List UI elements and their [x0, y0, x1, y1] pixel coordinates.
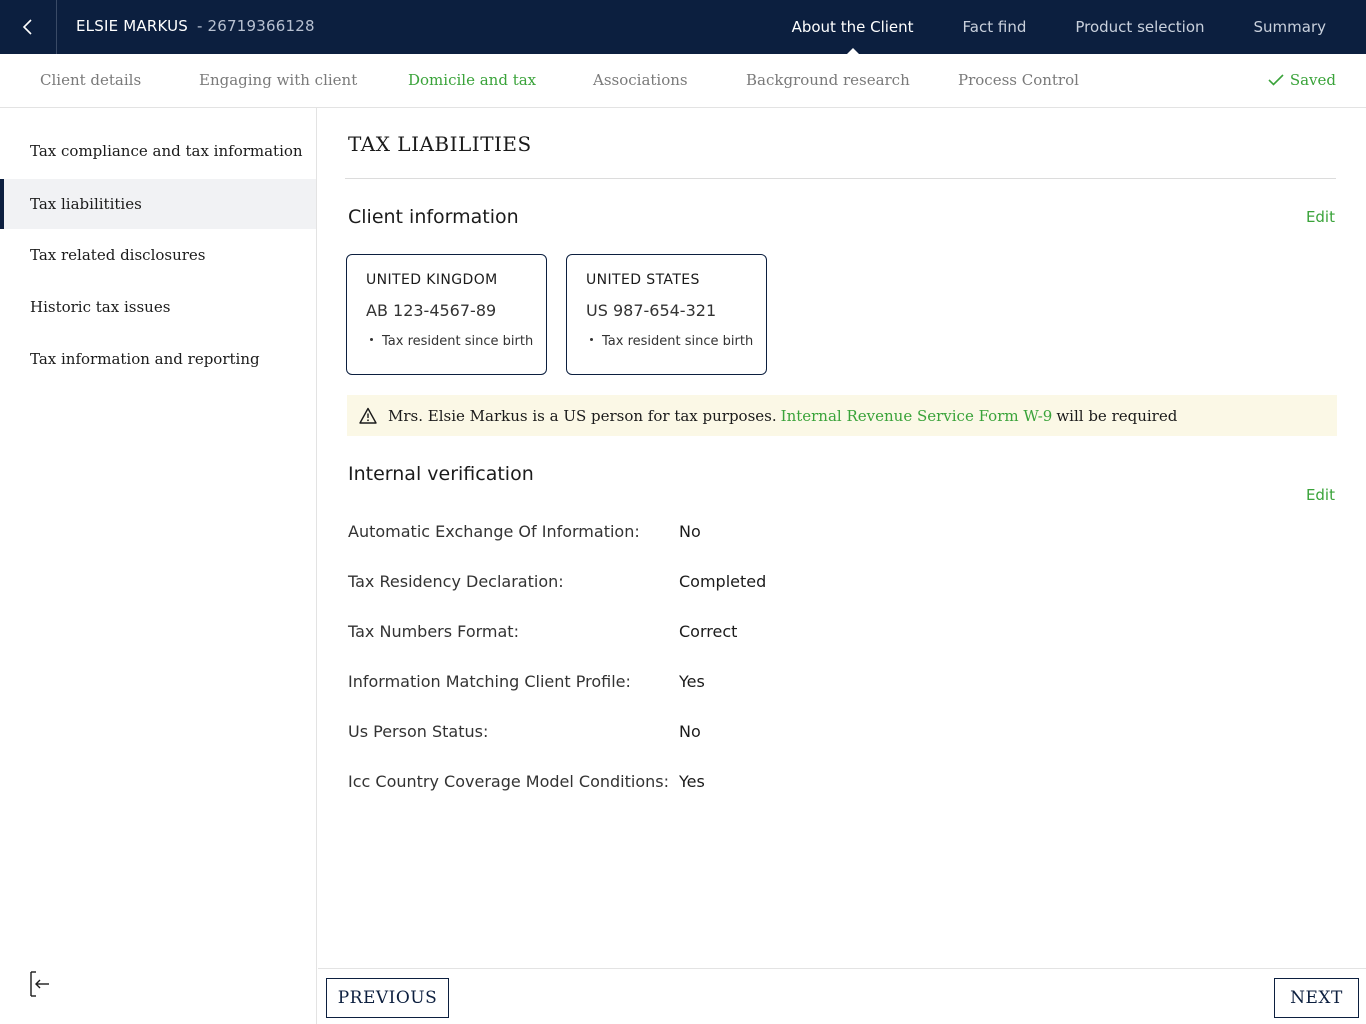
- card-tax-number: US 987-654-321: [586, 301, 717, 320]
- nav-about-the-client[interactable]: About the Client: [767, 0, 938, 54]
- tab-engaging-with-client[interactable]: Engaging with client: [199, 54, 357, 106]
- internal-verification-heading: Internal verification: [348, 463, 534, 485]
- next-button[interactable]: NEXT: [1274, 978, 1359, 1018]
- nav-fact-find[interactable]: Fact find: [938, 0, 1051, 54]
- client-info-heading: Client information: [348, 206, 519, 228]
- verification-row: Tax Numbers Format: Correct: [348, 622, 1048, 646]
- nav-product-selection[interactable]: Product selection: [1051, 0, 1229, 54]
- title-divider: [345, 178, 1336, 179]
- client-info-edit-link[interactable]: Edit: [1306, 208, 1335, 226]
- card-country: UNITED KINGDOM: [366, 272, 498, 288]
- tab-process-control[interactable]: Process Control: [958, 54, 1079, 106]
- sidebar-item-tax-liabilities[interactable]: Tax liabilitities: [0, 179, 316, 229]
- tab-domicile-and-tax[interactable]: Domicile and tax: [408, 54, 536, 106]
- verification-label: Tax Numbers Format:: [348, 622, 519, 641]
- us-person-alert: Mrs. Elsie Markus is a US person for tax…: [347, 395, 1337, 436]
- verification-value: Correct: [679, 622, 738, 641]
- main-nav: About the Client Fact find Product selec…: [767, 0, 1366, 54]
- verification-row: Information Matching Client Profile: Yes: [348, 672, 1048, 696]
- chevron-left-icon: [22, 19, 32, 35]
- sidebar-item-tax-info-reporting[interactable]: Tax information and reporting: [0, 334, 316, 384]
- verification-label: Information Matching Client Profile:: [348, 672, 631, 691]
- sidebar: Tax compliance and tax information Tax l…: [0, 108, 317, 1024]
- w9-form-link[interactable]: Internal Revenue Service Form W-9: [781, 407, 1053, 425]
- saved-label: Saved: [1289, 71, 1336, 89]
- tab-associations[interactable]: Associations: [593, 54, 688, 106]
- verification-row: Automatic Exchange Of Information: No: [348, 522, 1048, 546]
- client-header: ELSIE MARKUS - 26719366128: [76, 17, 315, 35]
- previous-button[interactable]: PREVIOUS: [326, 978, 449, 1018]
- nav-summary[interactable]: Summary: [1229, 0, 1366, 54]
- card-country: UNITED STATES: [586, 272, 700, 288]
- footer-bar: PREVIOUS NEXT: [318, 968, 1366, 1024]
- client-id: - 26719366128: [196, 17, 315, 35]
- check-icon: [1268, 74, 1284, 86]
- internal-verification-edit-link[interactable]: Edit: [1306, 486, 1335, 504]
- verification-label: Us Person Status:: [348, 722, 489, 741]
- verification-value: Completed: [679, 572, 767, 591]
- verification-row: Tax Residency Declaration: Completed: [348, 572, 1048, 596]
- main-content: TAX LIABILITIES Client information Edit …: [318, 108, 1366, 968]
- card-note-text: Tax resident since birth: [602, 334, 754, 349]
- sidebar-item-tax-related-disclosures[interactable]: Tax related disclosures: [0, 230, 316, 280]
- verification-label: Tax Residency Declaration:: [348, 572, 564, 591]
- verification-value: No: [679, 522, 701, 541]
- card-note: Tax resident since birth: [586, 334, 766, 349]
- card-note: Tax resident since birth: [366, 334, 546, 349]
- tab-background-research[interactable]: Background research: [746, 54, 910, 106]
- saved-status: Saved: [1268, 54, 1336, 106]
- verification-value: No: [679, 722, 701, 741]
- verification-label: Icc Country Coverage Model Conditions:: [348, 772, 669, 791]
- verification-row: Icc Country Coverage Model Conditions: Y…: [348, 772, 1048, 796]
- verification-value: Yes: [679, 672, 705, 691]
- sidebar-item-historic-tax-issues[interactable]: Historic tax issues: [0, 282, 316, 332]
- bullet-icon: [370, 338, 373, 341]
- verification-value: Yes: [679, 772, 705, 791]
- tab-client-details[interactable]: Client details: [40, 54, 141, 106]
- card-tax-number: AB 123-4567-89: [366, 301, 497, 320]
- alert-text-after: will be required: [1056, 406, 1178, 425]
- back-button[interactable]: [0, 0, 57, 54]
- bullet-icon: [590, 338, 593, 341]
- collapse-sidebar-icon[interactable]: [28, 970, 52, 998]
- alert-text: Mrs. Elsie Markus is a US person for tax…: [388, 406, 777, 425]
- sidebar-item-tax-compliance[interactable]: Tax compliance and tax information: [0, 126, 316, 176]
- top-bar: ELSIE MARKUS - 26719366128 About the Cli…: [0, 0, 1366, 54]
- verification-row: Us Person Status: No: [348, 722, 1048, 746]
- tax-residency-card-uk: UNITED KINGDOM AB 123-4567-89 Tax reside…: [346, 254, 547, 375]
- verification-label: Automatic Exchange Of Information:: [348, 522, 640, 541]
- sub-nav: Client details Engaging with client Domi…: [0, 54, 1366, 108]
- warning-icon: [359, 407, 377, 424]
- card-note-text: Tax resident since birth: [382, 334, 534, 349]
- client-name: ELSIE MARKUS: [76, 17, 188, 35]
- page-title: TAX LIABILITIES: [348, 132, 532, 156]
- tax-residency-card-us: UNITED STATES US 987-654-321 Tax residen…: [566, 254, 767, 375]
